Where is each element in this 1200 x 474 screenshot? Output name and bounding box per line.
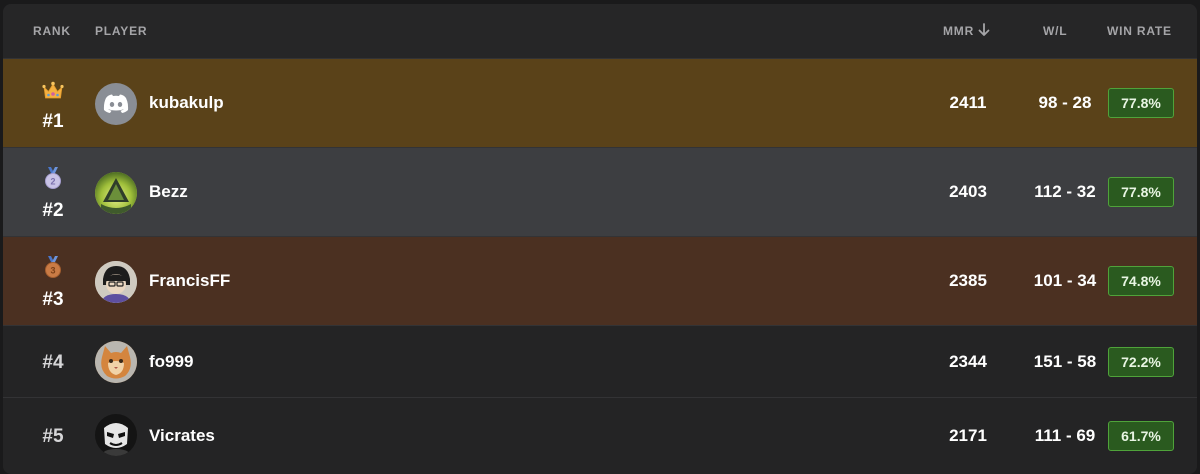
mmr-value: 2403 [949,182,987,201]
rank-cell: 3 #3 [25,237,81,326]
rank-column-header: RANK [33,24,71,38]
avatar-image [95,261,137,303]
win-loss-value: 98 - 28 [1038,93,1092,112]
bronze-medal-number: 3 [50,266,55,276]
mmr-value: 2411 [949,93,987,112]
bronze-medal-icon: 3 [45,256,61,278]
table-row[interactable]: #1 kubakulp 2411 98 - 28 77.8% [3,58,1197,148]
discord-icon [103,94,129,113]
player-column-header: PLAYER [95,24,148,38]
mmr-column-header[interactable]: MMR [943,4,990,59]
avatar-image [95,341,137,383]
player-name[interactable]: Vicrates [149,426,215,446]
rank-cell: #1 [25,59,81,148]
avatar[interactable] [95,261,137,303]
rank-cell: 2 #2 [25,148,81,237]
rank-number: #1 [42,111,64,132]
rank-number: #4 [42,352,64,373]
leaderboard-table: RANK PLAYER MMR W/L WIN RATE #1 kubakulp… [3,4,1197,474]
win-rate-badge: 72.2% [1108,347,1174,377]
mmr-value: 2171 [949,426,987,445]
win-rate-badge: 61.7% [1108,421,1174,451]
avatar[interactable] [95,341,137,383]
rank-number: #2 [42,200,64,221]
rank-cell: #5 [25,398,81,470]
win-loss-value: 111 - 69 [1034,426,1096,445]
silver-medal-number: 2 [50,177,55,187]
player-name[interactable]: fo999 [149,352,193,372]
player-name[interactable]: Bezz [149,182,188,202]
win-rate-column-header: WIN RATE [1107,24,1172,38]
rank-number: #5 [42,426,64,447]
avatar-image [95,414,137,456]
crown-icon [42,81,64,99]
rank-number: #3 [42,289,64,310]
win-rate-badge: 74.8% [1108,266,1174,296]
player-name[interactable]: FrancisFF [149,271,230,291]
win-loss-value: 112 - 32 [1034,182,1096,201]
mmr-column-label: MMR [943,24,975,38]
avatar-image [95,172,137,214]
table-header: RANK PLAYER MMR W/L WIN RATE [3,4,1197,59]
avatar[interactable] [95,83,137,125]
table-row[interactable]: 3 #3 FrancisFF 2385 101 - 34 74.8% [3,236,1197,326]
wl-column-header: W/L [1043,24,1068,38]
table-row[interactable]: 2 #2 Bezz 2403 112 - 32 77.8% [3,147,1197,237]
mmr-value: 2344 [949,352,987,371]
table-row[interactable]: #5 Vicrates 2171 111 - 69 61.7% [3,397,1197,470]
sort-descending-icon [978,23,990,36]
win-rate-badge: 77.8% [1108,177,1174,207]
silver-medal-icon: 2 [45,167,61,189]
win-loss-value: 101 - 34 [1033,271,1097,290]
player-name[interactable]: kubakulp [149,93,224,113]
avatar[interactable] [95,414,137,456]
mmr-value: 2385 [949,271,987,290]
rank-cell: #4 [25,326,81,398]
win-rate-badge: 77.8% [1108,88,1174,118]
avatar[interactable] [95,172,137,214]
win-loss-value: 151 - 58 [1033,352,1097,371]
table-row[interactable]: #4 fo999 2344 151 - 58 72.2% [3,325,1197,398]
